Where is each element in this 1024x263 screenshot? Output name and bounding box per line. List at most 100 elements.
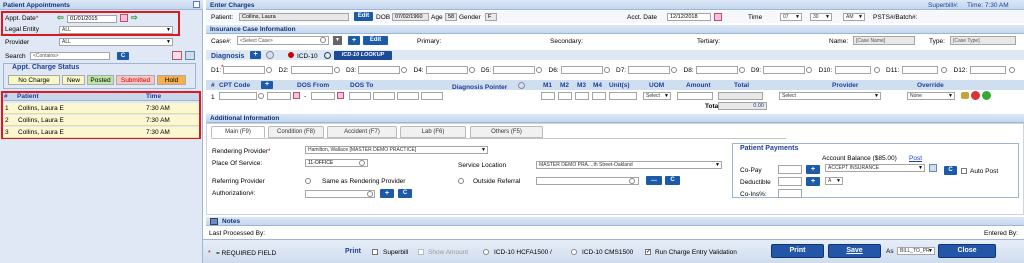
diagnosis-code-input[interactable] [834, 66, 871, 74]
deductible-input[interactable] [778, 177, 802, 186]
add-case-button[interactable]: + [348, 36, 360, 45]
refresh-icon[interactable] [185, 51, 195, 60]
diagnosis-lookup-radio[interactable] [806, 67, 812, 73]
legal-entity-select[interactable]: ALL [59, 26, 173, 34]
referral-clear-button[interactable]: C [665, 176, 680, 185]
diag-pointer-info-icon[interactable] [518, 82, 525, 89]
search-icon[interactable] [324, 52, 331, 59]
amount-input[interactable] [677, 92, 713, 100]
diagnosis-code-input[interactable] [560, 66, 603, 74]
diagnosis-lookup-radio[interactable] [536, 67, 542, 73]
diagnosis-lookup-radio[interactable] [333, 67, 340, 73]
same-as-radio[interactable] [305, 178, 311, 184]
modifier-4[interactable] [592, 92, 606, 100]
diagnosis-code-input[interactable] [493, 66, 535, 74]
collapse-icon[interactable] [193, 1, 200, 8]
pos-lookup-radio[interactable] [359, 160, 365, 166]
diagnosis-lookup-radio[interactable] [603, 67, 610, 73]
override-select[interactable]: None [907, 92, 955, 100]
hour-select[interactable]: 07 [780, 13, 802, 21]
outside-referral-radio[interactable] [458, 178, 464, 184]
tab-condition[interactable]: Condition (F8) [268, 126, 324, 138]
minute-select[interactable]: 30 [810, 13, 832, 21]
diagnosis-code-input[interactable] [290, 66, 333, 74]
dos-to-calendar-icon[interactable] [337, 92, 344, 99]
diagnosis-code-input[interactable] [902, 66, 938, 74]
search-input[interactable]: <Contains> [30, 52, 110, 60]
referral-lookup-radio[interactable] [629, 178, 635, 184]
copy-icon[interactable] [929, 164, 937, 172]
diagnosis-pointer-2[interactable] [373, 92, 395, 100]
a-select[interactable]: A [825, 177, 843, 185]
case-radio[interactable] [320, 37, 326, 43]
tab-accident[interactable]: Accident (F7) [327, 126, 397, 138]
diagnosis-lookup-radio[interactable] [468, 67, 475, 73]
bill-to-select[interactable]: BILL_TO_PR [897, 247, 935, 255]
icd10-radio[interactable] [288, 52, 294, 58]
dos-from-calendar-icon[interactable] [293, 92, 300, 99]
diagnosis-lookup-radio[interactable] [941, 67, 947, 73]
col-time[interactable]: Time [146, 93, 161, 100]
acct-date-input[interactable]: 12/12/2018 [667, 13, 711, 21]
cpt-code-input[interactable] [219, 92, 257, 100]
copay-input[interactable] [778, 165, 802, 174]
diagnosis-code-input[interactable] [763, 66, 805, 74]
patient-input[interactable]: Collins, Laura [239, 13, 349, 21]
coins-input[interactable] [778, 189, 802, 198]
tab-others[interactable]: Others (F5) [470, 126, 543, 138]
col-patient[interactable]: Patient [17, 93, 39, 100]
units-input[interactable] [609, 92, 637, 100]
icd10-lookup-button[interactable]: ICD-10 LOOKUP [334, 51, 392, 60]
edit-row-icon[interactable] [961, 92, 969, 99]
dos-from-input[interactable] [267, 92, 291, 100]
add-row-icon[interactable] [982, 91, 991, 100]
auto-post-checkbox[interactable] [961, 168, 967, 174]
deductible-add-button[interactable]: + [806, 177, 820, 186]
referral-dots-button[interactable]: ... [646, 176, 662, 185]
clear-authorization-button[interactable]: C [398, 189, 412, 198]
diagnosis-lookup-radio[interactable] [266, 67, 272, 73]
modifier-3[interactable] [575, 92, 589, 100]
add-diagnosis-button[interactable]: + [250, 51, 261, 59]
service-location-select[interactable]: MASTER DEMO PRA....th Street-Oakland [536, 161, 722, 169]
icd-cms-radio[interactable] [571, 249, 577, 255]
superbill-checkbox[interactable] [372, 249, 378, 255]
appt-date-input[interactable]: 01/01/2015 [67, 15, 117, 23]
show-amount-checkbox[interactable] [418, 249, 424, 255]
edit-case-button[interactable]: Edit [363, 36, 388, 45]
diagnosis-code-input[interactable] [628, 66, 670, 74]
add-authorization-button[interactable]: + [380, 189, 394, 198]
diagnosis-code-input[interactable] [425, 66, 468, 74]
authorization-input[interactable] [305, 190, 375, 198]
tab-main[interactable]: Main (F9) [211, 126, 265, 138]
prev-arrow-icon[interactable]: ⇦ [57, 13, 64, 22]
case-dropdown-button[interactable]: ▼ [333, 36, 342, 45]
acct-calendar-icon[interactable] [714, 13, 722, 21]
next-arrow-icon[interactable]: ⇨ [131, 13, 138, 22]
diagnosis-lookup-radio[interactable] [671, 67, 677, 73]
diagnosis-code-input[interactable] [358, 66, 400, 74]
diagnosis-lookup-radio[interactable] [401, 67, 407, 73]
copay-add-button[interactable]: + [806, 165, 820, 174]
diagnosis-code-input[interactable] [969, 66, 1006, 74]
calendar-add-icon[interactable] [172, 51, 182, 60]
calendar-icon[interactable] [120, 14, 128, 22]
uom-select[interactable]: Select [643, 92, 671, 100]
provider-select[interactable]: ALL [59, 38, 173, 46]
save-button[interactable]: Save [828, 244, 881, 258]
icd-hcfa-radio[interactable] [483, 249, 489, 255]
run-validation-checkbox[interactable]: ✓ [645, 249, 651, 255]
accept-insurance-select[interactable]: ACCEPT INSURANCE [825, 164, 925, 172]
payment-clear-button[interactable]: C [944, 166, 957, 175]
edit-patient-button[interactable]: Edit [354, 12, 373, 21]
authorization-radio[interactable] [367, 191, 373, 197]
ampm-select[interactable]: AM [843, 13, 865, 21]
diagnosis-lookup-radio[interactable] [738, 67, 745, 73]
table-row[interactable]: 3 Collins, Laura E 7:30 AM [3, 127, 199, 138]
diagnosis-pointer-3[interactable] [397, 92, 419, 100]
case-select[interactable]: <Select Case> [237, 36, 329, 45]
diagnosis-lookup-radio[interactable] [1008, 67, 1015, 73]
diagnosis-pointer-1[interactable] [349, 92, 371, 100]
add-cpt-button[interactable]: + [261, 81, 273, 89]
diagnosis-pointer-4[interactable] [421, 92, 443, 100]
